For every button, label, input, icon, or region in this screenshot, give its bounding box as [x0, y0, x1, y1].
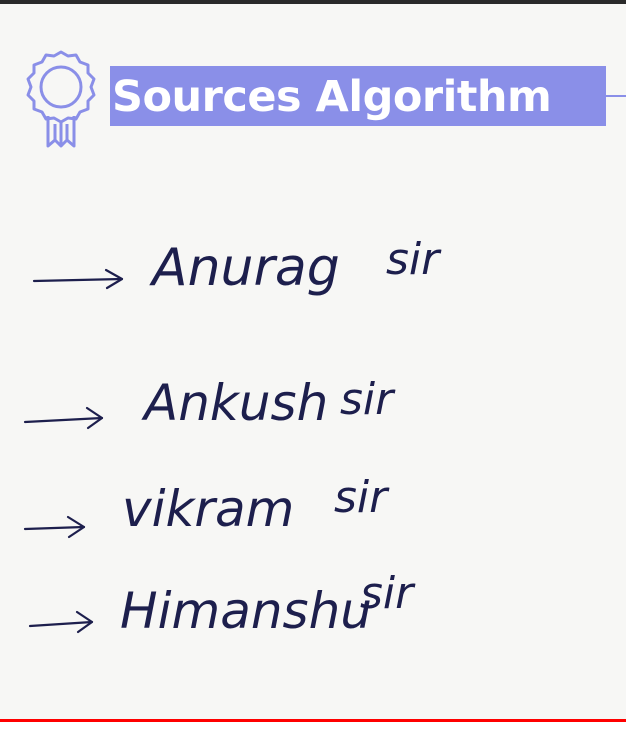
progress-fill [0, 719, 626, 722]
note-row: Anurag sir [32, 234, 442, 298]
note-row: vikram sir [23, 472, 390, 539]
note-suffix: sir [334, 472, 390, 523]
note-name: Anurag [149, 238, 340, 298]
arrow-right-icon [23, 406, 104, 430]
arrow-right-icon [28, 610, 94, 634]
note-name: Ankush [141, 374, 328, 432]
note-row: Ankush sir [23, 374, 396, 432]
note-row: Himanshu sir [28, 568, 416, 640]
note-name: Himanshu [120, 582, 372, 640]
handwritten-notes: Anurag sir Ankush sir vikram sir Himansh… [23, 234, 442, 640]
note-suffix: sir [340, 374, 396, 425]
note-suffix: sir [386, 234, 442, 285]
note-suffix: sir [360, 568, 416, 619]
note-name: vikram [122, 480, 294, 538]
arrow-right-icon [32, 268, 124, 290]
arrow-right-icon [23, 515, 86, 539]
